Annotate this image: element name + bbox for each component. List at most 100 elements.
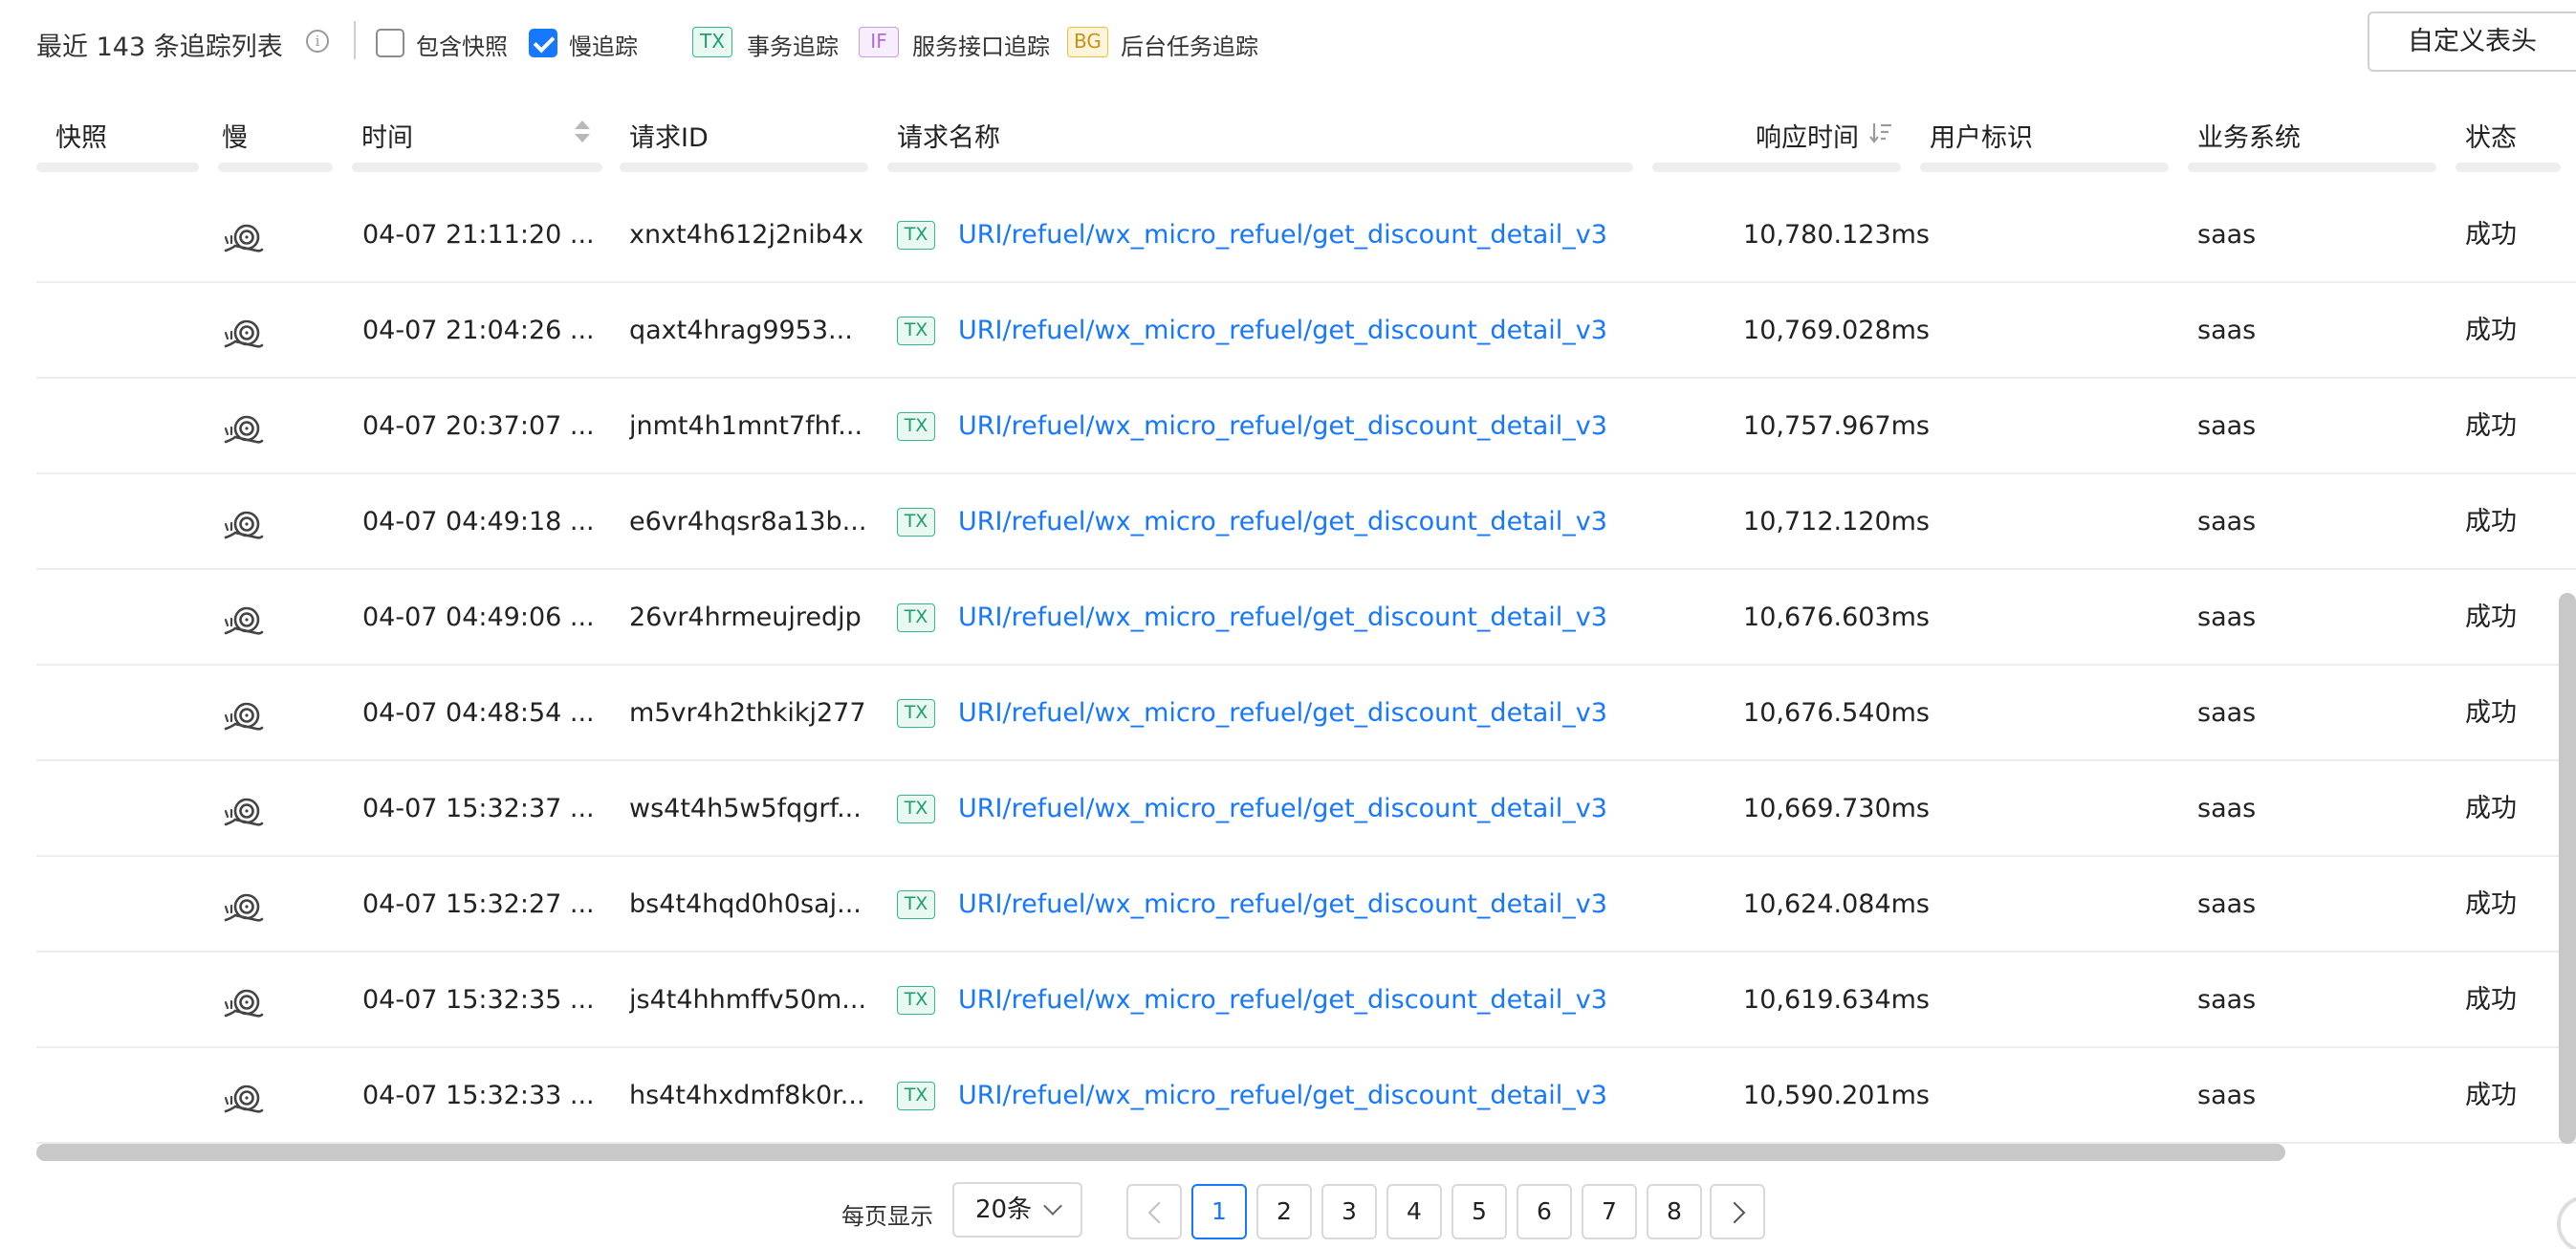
cell-request-name-link[interactable]: URI/refuel/wx_micro_refuel/get_discount_… [958,570,1607,666]
sort-descending-icon[interactable] [1868,121,1893,145]
column-header-snapshot[interactable]: 快照 [55,117,107,154]
prev-page-button[interactable] [1126,1184,1182,1239]
table-row[interactable]: 04-07 15:32:37 ... ws4t4h5w5fqgrf... TX … [36,761,2576,857]
cell-request-id[interactable]: jnmt4h1mnt7fhf... [629,379,892,474]
cell-time: 04-07 15:32:35 ... [362,985,595,1015]
cell-request-name-link[interactable]: URI/refuel/wx_micro_refuel/get_discount_… [958,379,1607,474]
cell-business-system: saas [2197,889,2257,919]
table-row[interactable]: 04-07 04:49:06 ... 26vr4hrmeujredjp TX U… [36,570,2576,666]
cell-request-name-link[interactable]: URI/refuel/wx_micro_refuel/get_discount_… [958,666,1607,761]
include-snapshot-label[interactable]: 包含快照 [416,28,508,61]
cell-request-name-link[interactable]: URI/refuel/wx_micro_refuel/get_discount_… [958,953,1607,1048]
cell-status: 成功 [2465,794,2517,823]
table-row[interactable]: 04-07 04:48:54 ... m5vr4h2thkikj277 TX U… [36,666,2576,761]
legend-tag-if: IF [859,27,899,57]
table-row[interactable]: 04-07 20:37:07 ... jnmt4h1mnt7fhf... TX … [36,379,2576,474]
snail-icon [224,511,264,539]
column-resize-bar-time[interactable] [352,163,602,172]
horizontal-scrollbar[interactable] [36,1144,2285,1161]
page-size-select[interactable]: 20条 [952,1182,1082,1238]
column-resize-bar-user-id[interactable] [1920,163,2169,172]
column-header-time[interactable]: 时间 [361,117,413,154]
column-header-user-id[interactable]: 用户标识 [1930,117,2033,154]
cell-time: 04-07 20:37:07 ... [362,411,595,441]
cell-request-id[interactable]: ws4t4h5w5fqgrf... [629,761,892,857]
column-resize-bar-request-name[interactable] [887,163,1633,172]
chevron-down-icon [1043,1196,1062,1216]
page-button-6[interactable]: 6 [1517,1184,1572,1239]
custom-header-button[interactable]: 自定义表头 [2368,11,2576,72]
cell-time: 04-07 15:32:37 ... [362,794,595,823]
snail-icon [224,319,264,348]
snail-icon [224,1085,264,1113]
table-row[interactable]: 04-07 15:32:35 ... js4t4hhmffv50m... TX … [36,953,2576,1048]
cell-request-id[interactable]: 26vr4hrmeujredjp [629,570,892,666]
floating-help-button[interactable] [2557,1195,2576,1249]
snail-icon [224,893,264,922]
cell-status: 成功 [2465,889,2517,919]
page-button-1[interactable]: 1 [1191,1184,1247,1239]
page-button-8[interactable]: 8 [1647,1184,1702,1239]
table-row[interactable]: 04-07 15:32:27 ... bs4t4hqd0h0saj... TX … [36,857,2576,953]
cell-request-id[interactable]: m5vr4h2thkikj277 [629,666,892,761]
cell-request-id[interactable]: qaxt4hrag9953... [629,283,892,379]
column-resize-bar-response-time[interactable] [1652,163,1901,172]
snail-icon [224,224,264,252]
column-resize-bar-snapshot[interactable] [36,163,199,172]
page-button-3[interactable]: 3 [1321,1184,1377,1239]
row-tag-tx: TX [897,221,935,250]
table-row[interactable]: 04-07 21:04:26 ... qaxt4hrag9953... TX U… [36,283,2576,379]
column-header-response-time[interactable]: 响应时间 [1756,117,1859,154]
column-header-request-name[interactable]: 请求名称 [897,117,1000,154]
page-button-5[interactable]: 5 [1452,1184,1507,1239]
page-button-2[interactable]: 2 [1256,1184,1312,1239]
cell-request-name-link[interactable]: URI/refuel/wx_micro_refuel/get_discount_… [958,474,1607,570]
cell-request-id[interactable]: hs4t4hxdmf8k0r... [629,1048,892,1144]
vertical-scrollbar[interactable] [2559,593,2576,1144]
cell-status: 成功 [2465,411,2517,441]
cell-request-name-link[interactable]: URI/refuel/wx_micro_refuel/get_discount_… [958,283,1607,379]
toolbar-divider [354,21,356,59]
row-tag-tx: TX [897,795,935,823]
cell-request-id[interactable]: e6vr4hqsr8a13b... [629,474,892,570]
cell-request-name-link[interactable]: URI/refuel/wx_micro_refuel/get_discount_… [958,761,1607,857]
column-resize-bar-status[interactable] [2456,163,2561,172]
snail-icon [224,989,264,1018]
column-header-request-id[interactable]: 请求ID [629,117,709,154]
cell-request-name-link[interactable]: URI/refuel/wx_micro_refuel/get_discount_… [958,857,1607,953]
page-button-4[interactable]: 4 [1386,1184,1442,1239]
include-snapshot-checkbox[interactable] [376,29,404,57]
cell-business-system: saas [2197,411,2257,441]
cell-business-system: saas [2197,507,2257,537]
cell-time: 04-07 04:48:54 ... [362,698,595,728]
cell-request-id[interactable]: bs4t4hqd0h0saj... [629,857,892,953]
legend-label-tx: 事务追踪 [747,33,839,60]
slow-trace-checkbox[interactable] [529,29,557,57]
cell-response-time: 10,619.634ms [1743,985,1930,1015]
page-button-7[interactable]: 7 [1582,1184,1637,1239]
table-row[interactable]: 04-07 15:32:33 ... hs4t4hxdmf8k0r... TX … [36,1048,2576,1144]
cell-business-system: saas [2197,985,2257,1015]
column-header-slow[interactable]: 慢 [222,117,248,154]
table-row[interactable]: 04-07 21:11:20 ... xnxt4h612j2nib4x TX U… [36,187,2576,283]
cell-business-system: saas [2197,220,2257,250]
slow-trace-label[interactable]: 慢追踪 [569,28,638,61]
cell-request-id[interactable]: xnxt4h612j2nib4x [629,187,892,283]
column-header-status[interactable]: 状态 [2465,117,2517,154]
cell-request-id[interactable]: js4t4hhmffv50m... [629,953,892,1048]
sort-arrows-icon[interactable] [572,119,591,145]
next-page-button[interactable] [1710,1184,1765,1239]
table-row[interactable]: 04-07 04:49:18 ... e6vr4hqsr8a13b... TX … [36,474,2576,570]
chevron-right-icon [1723,1201,1746,1224]
row-tag-tx: TX [897,1082,935,1110]
info-icon[interactable]: i [306,30,329,53]
cell-request-name-link[interactable]: URI/refuel/wx_micro_refuel/get_discount_… [958,1048,1607,1144]
cell-status: 成功 [2465,316,2517,345]
cell-response-time: 10,624.084ms [1743,889,1930,919]
row-tag-tx: TX [897,508,935,537]
cell-request-name-link[interactable]: URI/refuel/wx_micro_refuel/get_discount_… [958,187,1607,283]
column-header-business-system[interactable]: 业务系统 [2197,117,2301,154]
column-resize-bar-request-id[interactable] [620,163,868,172]
column-resize-bar-slow[interactable] [218,163,333,172]
column-resize-bar-business-system[interactable] [2188,163,2436,172]
